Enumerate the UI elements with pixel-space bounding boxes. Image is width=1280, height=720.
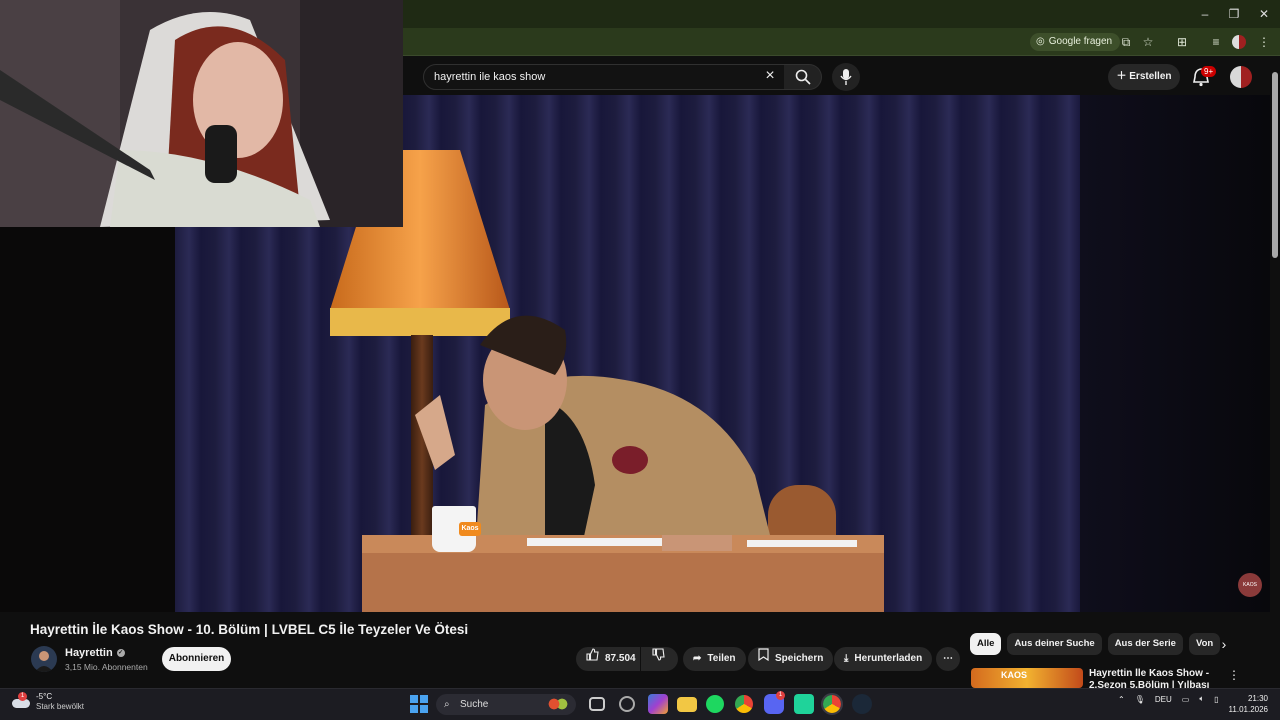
save-button[interactable]: Speichern (748, 647, 834, 671)
clock-date: 11.01.2026 (1228, 705, 1268, 714)
browser-menu-icon[interactable]: ⋮ (1256, 34, 1272, 50)
taskbar-search-icon: ⌕ (444, 699, 450, 710)
related-video-title[interactable]: Hayrettin İle Kaos Show - 2.Sezon 5.Bölü… (1089, 668, 1224, 688)
taskbar-clock[interactable]: 21:30 11.01.2026 (1226, 693, 1268, 715)
minimize-icon[interactable]: – (1195, 5, 1215, 23)
windows-start-icon[interactable] (410, 695, 428, 713)
chip-aus-der-serie[interactable]: Aus der Serie (1107, 633, 1183, 655)
network-icon[interactable]: ▭ (1182, 695, 1190, 704)
verified-icon: ✓ (116, 649, 125, 657)
channel-watermark[interactable]: KAOS (1238, 573, 1262, 597)
thumbs-up-icon (586, 647, 599, 671)
chevron-right-icon[interactable]: › (1214, 634, 1234, 654)
battery-icon[interactable]: ▯ (1214, 695, 1218, 704)
weather-widget[interactable]: 1 -5°C Stark bewölkt (12, 692, 84, 712)
app-icon-2[interactable] (794, 694, 814, 714)
related-video-menu-icon[interactable]: ⋮ (1228, 668, 1240, 684)
share-icon: ➦ (693, 653, 702, 664)
subscriber-count: 3,15 Mio. Abonnenten (65, 662, 148, 672)
chrome-icon-active[interactable] (821, 693, 843, 715)
scrollbar-thumb[interactable] (1272, 72, 1278, 258)
share-button[interactable]: ➦ Teilen (683, 647, 746, 671)
bookmark-icon (758, 647, 769, 671)
chrome-icon[interactable] (735, 695, 753, 713)
discord-notification-badge: 1 (776, 691, 785, 700)
browser-titlebar (403, 0, 1280, 28)
discord-icon[interactable]: 1 (764, 691, 785, 714)
save-label: Speichern (775, 653, 824, 664)
bookmark-star-icon[interactable]: ☆ (1140, 34, 1156, 50)
google-fragen-label: Google fragen (1048, 36, 1113, 47)
volume-icon[interactable]: 🔈︎ (1199, 694, 1204, 704)
file-explorer-icon[interactable] (677, 697, 697, 712)
related-thumb-text: KAOS (1001, 670, 1028, 680)
system-tray: ⌃ 🎙︎ DEU ▭ 🔈︎ ▯ (1118, 694, 1219, 704)
chip-alle[interactable]: Alle (970, 633, 1002, 655)
create-label: Erstellen (1129, 71, 1172, 82)
fruit-widget-icon[interactable] (548, 694, 568, 714)
extensions-icon[interactable]: ⊞ (1174, 34, 1190, 50)
channel-name-label: Hayrettin (65, 647, 113, 659)
channel-avatar[interactable] (31, 646, 57, 672)
microphone-icon (840, 69, 852, 85)
clear-search-icon[interactable]: × (760, 66, 780, 86)
google-lens-icon: ◎ (1036, 36, 1045, 47)
app-icon-1[interactable] (619, 696, 635, 712)
language-indicator[interactable]: DEU (1155, 695, 1172, 704)
weather-temperature: -5°C (36, 692, 53, 701)
maximize-icon[interactable]: ❐ (1224, 5, 1244, 23)
cast-icon[interactable]: ⧉ (1118, 34, 1134, 50)
dislike-button[interactable] (641, 647, 678, 671)
notification-count-badge: 9+ (1201, 66, 1217, 77)
download-label: Herunterladen (854, 653, 923, 664)
plus-icon: ＋ (1116, 71, 1130, 82)
streamer-webcam (0, 0, 403, 227)
voice-search-button[interactable] (832, 63, 860, 91)
windows-taskbar (0, 688, 1280, 720)
cloud-icon: 1 (12, 692, 30, 709)
download-button[interactable]: ⤓ Herunterladen (834, 647, 933, 671)
stage-dark-edge (1080, 95, 1270, 612)
search-input[interactable]: hayrettin ile kaos show (423, 64, 785, 90)
chip-aus-deiner-suche[interactable]: Aus deiner Suche (1007, 633, 1102, 655)
mic-tray-icon[interactable]: 🎙︎ (1135, 695, 1145, 704)
weather-description: Stark bewölkt (36, 702, 85, 711)
more-actions-button[interactable]: ⋯ (936, 647, 960, 671)
profile-avatar-icon[interactable] (1232, 35, 1246, 49)
webcam-overlay (0, 0, 403, 227)
taskbar-search-label: Suche (460, 699, 489, 710)
subscribe-button[interactable]: Abonnieren (162, 647, 231, 671)
like-button[interactable]: 87.504 (576, 647, 640, 671)
create-button[interactable]: ＋ Erstellen (1108, 64, 1180, 90)
account-avatar[interactable] (1230, 66, 1252, 88)
download-icon: ⤓ (844, 653, 849, 664)
related-filter-chips: Alle Aus deiner Suche Aus der Serie Von (970, 633, 1240, 655)
search-icon (795, 69, 811, 85)
copilot-icon[interactable] (648, 694, 668, 714)
close-window-icon[interactable]: ✕ (1254, 5, 1274, 23)
tray-expand-icon[interactable]: ⌃ (1118, 695, 1125, 704)
mug: Kaos (428, 500, 488, 552)
search-button[interactable] (784, 64, 822, 90)
google-fragen-button[interactable]: ◎ Google fragen (1030, 33, 1121, 51)
steam-icon[interactable] (852, 694, 872, 714)
related-video-thumbnail[interactable]: KAOS (971, 668, 1083, 688)
media-queue-icon[interactable]: ≡ (1208, 34, 1224, 50)
video-title: Hayrettin İle Kaos Show - 10. Bölüm | LV… (30, 622, 469, 637)
more-horizontal-icon: ⋯ (943, 653, 953, 664)
share-label: Teilen (707, 653, 736, 664)
channel-name[interactable]: Hayrettin ✓ (65, 647, 125, 659)
clock-time: 21:30 (1247, 694, 1268, 703)
task-view-icon[interactable] (589, 697, 605, 711)
like-count: 87.504 (605, 653, 636, 664)
channel-avatar-image (35, 651, 53, 672)
spotify-icon[interactable] (706, 695, 724, 713)
mug-logo: Kaos (459, 522, 481, 536)
thumbs-down-icon (652, 647, 665, 671)
weather-alert-badge: 1 (18, 692, 27, 701)
